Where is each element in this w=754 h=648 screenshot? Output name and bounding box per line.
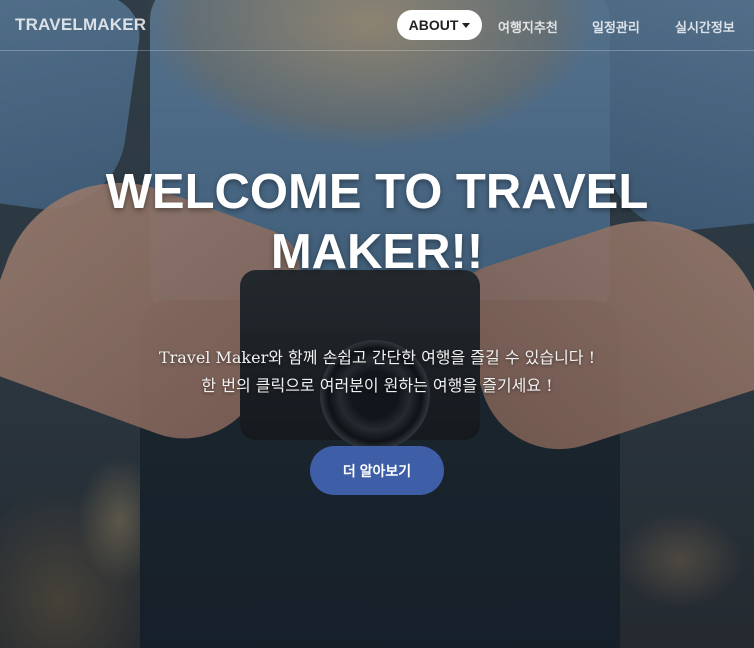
nav-item-schedule-management[interactable]: 일정관리 xyxy=(592,17,640,36)
hero-overlay xyxy=(0,0,754,648)
nav-item-realtime-info[interactable]: 실시간정보 xyxy=(675,17,735,36)
subtitle-line-1: Travel Maker와 함께 손쉽고 간단한 여행을 즐길 수 있습니다 ! xyxy=(158,348,596,367)
nav-about-label: ABOUT xyxy=(408,17,459,33)
headline-line-2: MAKER!! xyxy=(270,225,484,279)
headline-line-1: WELCOME TO TRAVEL xyxy=(105,165,649,219)
page-title: WELCOME TO TRAVEL MAKER!! xyxy=(40,162,714,282)
learn-more-button[interactable]: 더 알아보기 xyxy=(310,446,444,495)
nav-item-destination-recommend[interactable]: 여행지추천 xyxy=(498,17,558,36)
nav-about-dropdown[interactable]: ABOUT xyxy=(397,10,482,40)
caret-down-icon xyxy=(462,22,471,28)
navbar: TRAVELMAKER ABOUT 여행지추천 일정관리 실시간정보 xyxy=(0,0,754,51)
brand-logo[interactable]: TRAVELMAKER xyxy=(15,15,146,35)
hero-section: TRAVELMAKER ABOUT 여행지추천 일정관리 실시간정보 WELCO… xyxy=(0,0,754,648)
subtitle-line-2: 한 번의 클릭으로 여러분이 원하는 여행을 즐기세요 ! xyxy=(201,376,553,395)
